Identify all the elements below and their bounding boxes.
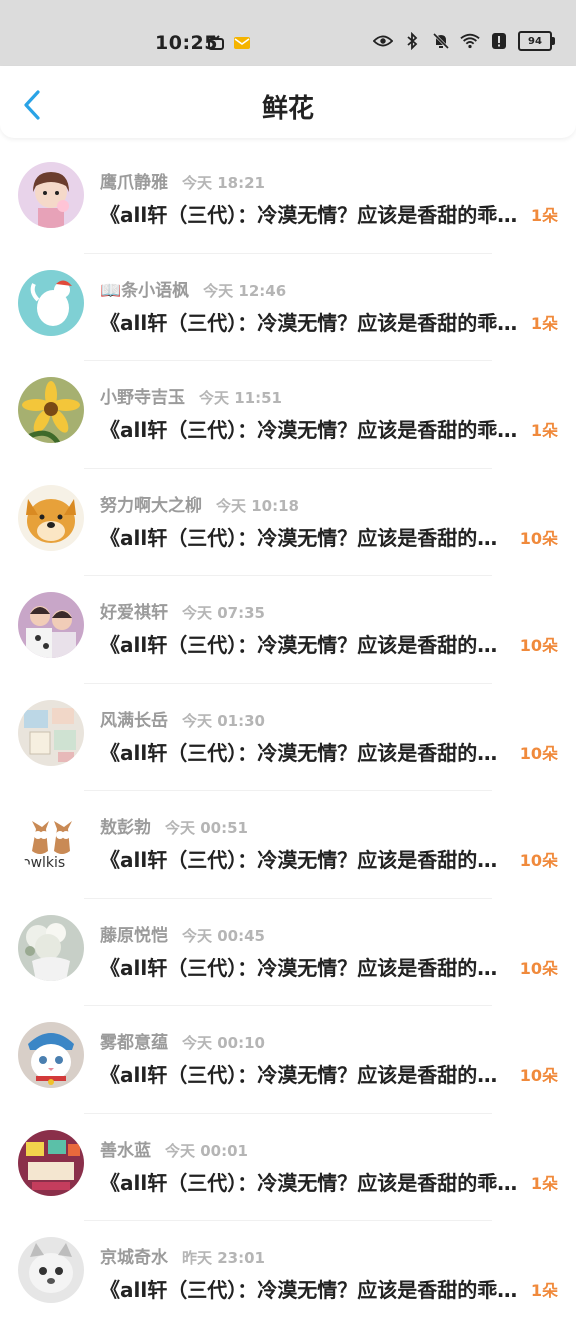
flower-count: 10朵 xyxy=(519,743,558,763)
mail-icon xyxy=(232,33,252,53)
story-title[interactable]: 《all轩（三代）：冷漠无情？应该是香甜的乖宝宝 xyxy=(100,629,508,658)
bluetooth-icon xyxy=(402,31,422,51)
list-item[interactable]: 鹰爪静雅 今天 18:21 《all轩（三代）：冷漠无情？应该是香甜的乖宝宝 1朵 xyxy=(0,146,576,254)
avatar[interactable] xyxy=(18,377,84,443)
list-item[interactable]: 善水蓝 今天 00:01 《all轩（三代）：冷漠无情？应该是香甜的乖宝宝 1朵 xyxy=(0,1114,576,1221)
flower-count: 1朵 xyxy=(530,421,558,440)
user-name[interactable]: 敖彭勃 xyxy=(100,818,151,838)
avatar[interactable] xyxy=(18,484,84,551)
list-item[interactable]: 京城奇水 昨天 23:01 《all轩（三代）：冷漠无情？应该是香甜的乖宝宝 1朵 xyxy=(0,1221,576,1329)
alert-icon xyxy=(489,31,509,51)
list-item[interactable]: 努力啊大之柳 今天 10:18 《all轩（三代）：冷漠无情？应该是香甜的乖宝宝 … xyxy=(0,469,576,576)
time-label: 今天 00:10 xyxy=(182,1034,265,1052)
user-name[interactable]: 鹰爪静雅 xyxy=(100,173,168,193)
list-item[interactable]: 小野寺吉玉 今天 11:51 《all轩（三代）：冷漠无情？应该是香甜的乖宝宝 1… xyxy=(0,361,576,469)
story-title[interactable]: 《all轩（三代）：冷漠无情？应该是香甜的乖宝宝 xyxy=(100,1274,520,1303)
flower-count: 10朵 xyxy=(519,958,558,978)
header: 鲜花 xyxy=(0,66,576,138)
wifi-icon xyxy=(460,31,480,51)
avatar[interactable] xyxy=(18,1129,84,1196)
list-item[interactable]: 好爱祺轩 今天 07:35 《all轩（三代）：冷漠无情？应该是香甜的乖宝宝 10… xyxy=(0,576,576,684)
story-title[interactable]: 《all轩（三代）：冷漠无情？应该是香甜的乖宝宝 xyxy=(100,1059,508,1088)
story-title[interactable]: 《all轩（三代）：冷漠无情？应该是香甜的乖宝宝 xyxy=(100,737,508,766)
flower-list: 鹰爪静雅 今天 18:21 《all轩（三代）：冷漠无情？应该是香甜的乖宝宝 1朵… xyxy=(0,146,576,1329)
avatar[interactable] xyxy=(18,699,84,766)
story-title[interactable]: 《all轩（三代）：冷漠无情？应该是香甜的乖宝宝 xyxy=(100,952,508,981)
flower-count: 10朵 xyxy=(519,636,558,655)
story-title[interactable]: 《all轩（三代）：冷漠无情？应该是香甜的乖宝宝 xyxy=(100,1167,520,1196)
time-label: 今天 00:45 xyxy=(182,926,265,945)
time-label: 今天 10:18 xyxy=(216,496,299,515)
svg-text:owlkis: owlkis xyxy=(22,855,65,871)
story-title[interactable]: 《all轩（三代）：冷漠无情？应该是香甜的乖宝宝 xyxy=(100,307,520,336)
user-name[interactable]: 京城奇水 xyxy=(100,1248,168,1268)
time-label: 今天 01:30 xyxy=(182,711,265,730)
status-bar: 10:25 94 xyxy=(0,0,576,66)
flower-count: 10朵 xyxy=(519,851,558,870)
user-name[interactable]: 雾都意蕴 xyxy=(100,1033,168,1053)
avatar[interactable] xyxy=(18,162,84,228)
flower-count: 1朵 xyxy=(530,206,558,225)
avatar[interactable] xyxy=(18,1237,84,1303)
time-label: 今天 07:35 xyxy=(182,604,265,622)
flower-count: 1朵 xyxy=(530,1281,558,1300)
time-label: 今天 11:51 xyxy=(199,389,282,407)
list-item[interactable]: 藤原悦恺 今天 00:45 《all轩（三代）：冷漠无情？应该是香甜的乖宝宝 10… xyxy=(0,899,576,1006)
flower-count: 1朵 xyxy=(530,313,558,333)
user-name[interactable]: 努力啊大之柳 xyxy=(100,496,202,516)
flower-count: 10朵 xyxy=(519,528,558,548)
story-title[interactable]: 《all轩（三代）：冷漠无情？应该是香甜的乖宝宝 xyxy=(100,522,508,551)
user-name[interactable]: 好爱祺轩 xyxy=(100,603,168,623)
avatar[interactable] xyxy=(18,592,84,658)
eye-icon xyxy=(373,31,393,51)
avatar[interactable] xyxy=(18,269,84,336)
list-item[interactable]: 📖条小语枫 今天 12:46 《all轩（三代）：冷漠无情？应该是香甜的乖宝宝 1… xyxy=(0,254,576,361)
list-item[interactable]: 风满长岳 今天 01:30 《all轩（三代）：冷漠无情？应该是香甜的乖宝宝 10… xyxy=(0,684,576,791)
user-name[interactable]: 善水蓝 xyxy=(100,1141,151,1161)
story-title[interactable]: 《all轩（三代）：冷漠无情？应该是香甜的乖宝宝 xyxy=(100,844,508,873)
user-name[interactable]: 📖条小语枫 xyxy=(100,281,189,301)
battery-icon: 94 xyxy=(518,31,555,51)
tv-icon xyxy=(206,33,226,53)
user-name[interactable]: 藤原悦恺 xyxy=(100,926,168,946)
user-name[interactable]: 风满长岳 xyxy=(100,711,168,731)
time-label: 今天 00:51 xyxy=(165,819,248,837)
page-title: 鲜花 xyxy=(261,94,314,124)
time-label: 今天 12:46 xyxy=(203,281,287,300)
list-item[interactable]: owlkis 敖彭勃 今天 00:51 《all轩（三代）：冷漠无情？应该是香甜的… xyxy=(0,791,576,899)
story-title[interactable]: 《all轩（三代）：冷漠无情？应该是香甜的乖宝宝 xyxy=(100,414,520,443)
avatar[interactable]: owlkis xyxy=(18,807,84,873)
mute-icon xyxy=(431,31,451,51)
user-name[interactable]: 小野寺吉玉 xyxy=(100,388,185,408)
story-title[interactable]: 《all轩（三代）：冷漠无情？应该是香甜的乖宝宝 xyxy=(100,199,520,228)
time-label: 今天 00:01 xyxy=(165,1141,248,1160)
list-item[interactable]: 雾都意蕴 今天 00:10 《all轩（三代）：冷漠无情？应该是香甜的乖宝宝 10… xyxy=(0,1006,576,1114)
time-label: 昨天 23:01 xyxy=(182,1249,265,1267)
flower-count: 1朵 xyxy=(530,1173,558,1193)
avatar[interactable] xyxy=(18,1022,84,1088)
avatar[interactable] xyxy=(18,914,84,981)
flower-count: 10朵 xyxy=(519,1066,558,1085)
time-label: 今天 18:21 xyxy=(182,174,265,192)
